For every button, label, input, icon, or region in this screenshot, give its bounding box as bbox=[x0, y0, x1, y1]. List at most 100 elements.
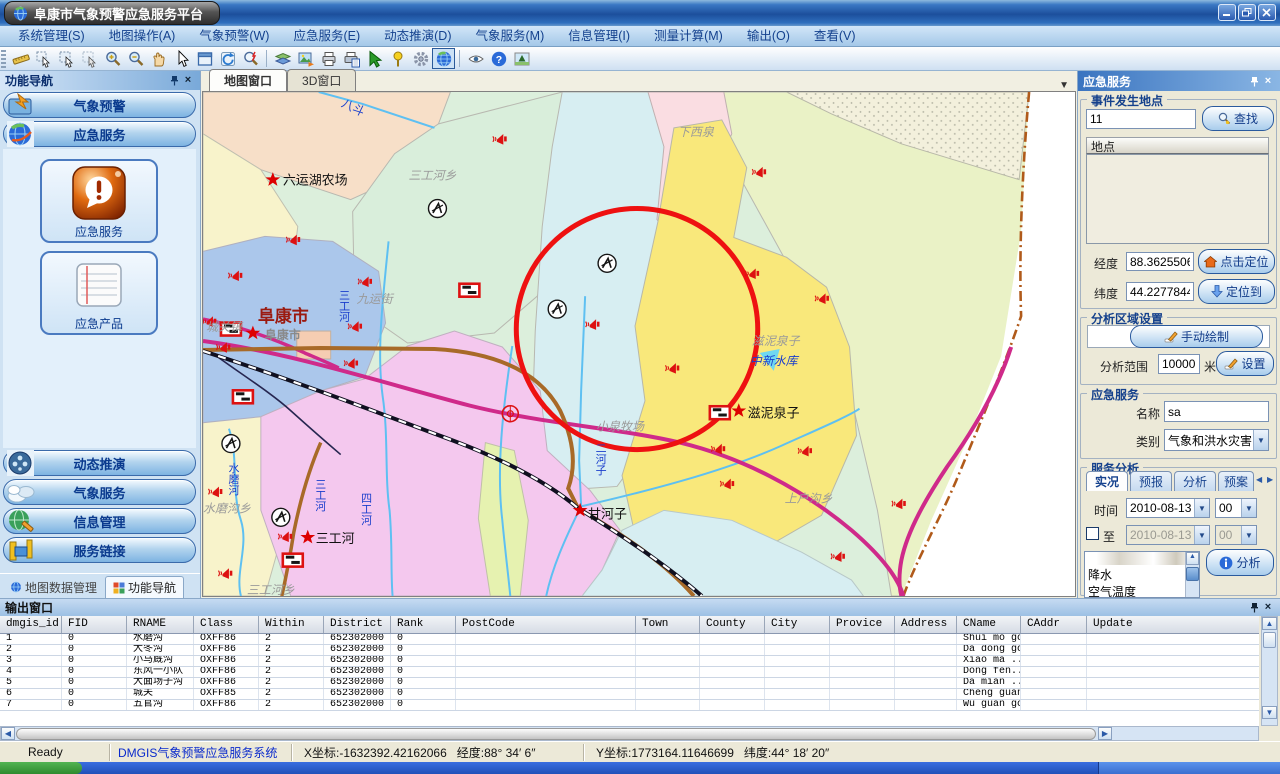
column-header[interactable]: PostCode bbox=[456, 616, 636, 633]
column-header[interactable]: Town bbox=[636, 616, 700, 633]
dropdown-arrow-icon[interactable]: ▼ bbox=[1253, 430, 1268, 450]
placemark-pin-icon[interactable] bbox=[386, 48, 409, 69]
mine-icon[interactable] bbox=[428, 200, 446, 218]
mine-icon[interactable] bbox=[548, 300, 566, 318]
export-map-icon[interactable] bbox=[294, 48, 317, 69]
dropdown-arrow-icon[interactable]: ▼ bbox=[1194, 499, 1209, 517]
menu-emergency-service[interactable]: 应急服务(E) bbox=[281, 26, 372, 46]
globe-3d-icon[interactable] bbox=[432, 48, 455, 69]
map-canvas[interactable]: 八斗 六运湖农场 三工河乡 下西泉 九运街 阜康市 城关镇 阜康市 滋泥泉子 中… bbox=[202, 91, 1076, 597]
nav-service-links[interactable]: 服务链接 bbox=[3, 537, 196, 563]
analyze-button[interactable]: 分析 bbox=[1206, 549, 1274, 576]
table-row[interactable]: 10水磨沟OXFF8626523020000Shui mo gou bbox=[0, 634, 1259, 645]
hour-select-1[interactable]: 00▼ bbox=[1215, 498, 1257, 518]
column-header[interactable]: Provice bbox=[830, 616, 895, 633]
table-row[interactable]: 50大面场子沟OXFF8626523020000Da mian ... bbox=[0, 678, 1259, 689]
menu-output[interactable]: 输出(O) bbox=[735, 26, 802, 46]
emergency-service-shortcut[interactable]: 应急服务 bbox=[40, 159, 158, 243]
tab-live[interactable]: 实况 bbox=[1086, 471, 1128, 491]
menu-weather-service[interactable]: 气象服务(M) bbox=[464, 26, 557, 46]
pan-hand-icon[interactable] bbox=[147, 48, 170, 69]
output-horizontal-scrollbar[interactable]: ◀ ▶ bbox=[0, 726, 1259, 741]
tab-function-navigation[interactable]: 功能导航 bbox=[105, 576, 184, 598]
settings-gear-icon[interactable] bbox=[409, 48, 432, 69]
column-header[interactable]: CName bbox=[957, 616, 1021, 633]
nav-dynamic-deduction[interactable]: 动态推演 bbox=[3, 450, 196, 476]
output-vertical-scrollbar[interactable]: ▲ ▼ bbox=[1261, 616, 1278, 726]
select-cursor-icon[interactable] bbox=[32, 48, 55, 69]
menu-view[interactable]: 查看(V) bbox=[802, 26, 868, 46]
zoom-out-icon[interactable] bbox=[124, 48, 147, 69]
menu-map-ops[interactable]: 地图操作(A) bbox=[97, 26, 188, 46]
column-header[interactable]: Update bbox=[1087, 616, 1259, 633]
close-icon[interactable]: × bbox=[181, 74, 195, 87]
menu-system[interactable]: 系统管理(S) bbox=[6, 26, 97, 46]
minimize-button[interactable] bbox=[1218, 4, 1236, 21]
map-tab-dropdown-icon[interactable]: ▼ bbox=[1051, 80, 1077, 91]
tab-forecast[interactable]: 预报 bbox=[1130, 471, 1172, 491]
scrollbar-thumb[interactable] bbox=[1263, 632, 1276, 648]
toolbar-grip[interactable] bbox=[1, 50, 6, 68]
visibility-eye-icon[interactable] bbox=[464, 48, 487, 69]
emergency-product-shortcut[interactable]: 应急产品 bbox=[40, 251, 158, 335]
analysis-range-input[interactable] bbox=[1158, 354, 1200, 374]
column-header[interactable]: FID bbox=[62, 616, 127, 633]
column-header[interactable]: dmgis_id bbox=[0, 616, 62, 633]
select-feature-arrow-icon[interactable] bbox=[363, 48, 386, 69]
tab-map-data-management[interactable]: 地图数据管理 bbox=[2, 576, 105, 598]
identify-icon[interactable] bbox=[239, 48, 262, 69]
dropdown-arrow-icon[interactable]: ▼ bbox=[1194, 526, 1209, 544]
service-name-input[interactable] bbox=[1164, 401, 1269, 422]
tab-3d-window[interactable]: 3D窗口 bbox=[287, 69, 356, 91]
menu-info-management[interactable]: 信息管理(I) bbox=[556, 26, 642, 46]
scroll-up-icon[interactable]: ▲ bbox=[1262, 617, 1277, 630]
nav-info-management[interactable]: 信息管理 bbox=[3, 508, 196, 534]
to-date-checkbox[interactable] bbox=[1086, 527, 1099, 540]
locate-by-click-button[interactable]: 点击定位 bbox=[1198, 249, 1275, 274]
deselect-cursor-icon[interactable] bbox=[78, 48, 101, 69]
start-button-edge[interactable] bbox=[0, 762, 82, 774]
column-header[interactable]: Address bbox=[895, 616, 957, 633]
station-flag-icon[interactable] bbox=[283, 554, 303, 567]
menu-weather-warning[interactable]: 气象预警(W) bbox=[187, 26, 281, 46]
tab-map-window[interactable]: 地图窗口 bbox=[209, 69, 287, 91]
scroll-up-icon[interactable]: ▲ bbox=[1186, 552, 1199, 565]
scroll-down-icon[interactable]: ▼ bbox=[1262, 706, 1277, 719]
place-list[interactable] bbox=[1086, 154, 1269, 244]
tab-analysis[interactable]: 分析 bbox=[1174, 471, 1216, 491]
hour-select-2[interactable]: 00▼ bbox=[1215, 525, 1257, 545]
pointer-arrow-icon[interactable] bbox=[170, 48, 193, 69]
table-row[interactable]: 30小马厩沟OXFF8626523020000Xiao ma ... bbox=[0, 656, 1259, 667]
station-flag-icon[interactable] bbox=[233, 390, 253, 403]
locate-to-button[interactable]: 定位到 bbox=[1198, 279, 1275, 304]
column-header[interactable]: District bbox=[324, 616, 391, 633]
nav-weather-service[interactable]: 气象服务 bbox=[3, 479, 196, 505]
column-header[interactable]: City bbox=[765, 616, 830, 633]
mine-icon[interactable] bbox=[598, 254, 616, 272]
station-flag-icon[interactable] bbox=[710, 406, 730, 419]
nav-emergency-service[interactable]: 应急服务 bbox=[3, 121, 196, 147]
restore-button[interactable] bbox=[1238, 4, 1256, 21]
scrollbar-thumb[interactable] bbox=[1186, 567, 1199, 581]
column-header[interactable]: Within bbox=[259, 616, 324, 633]
column-header[interactable]: Rank bbox=[391, 616, 456, 633]
mine-icon[interactable] bbox=[272, 508, 290, 526]
table-row[interactable]: 60城关OXFF8526523020000Cheng guan bbox=[0, 689, 1259, 700]
date-select-1[interactable]: 2010-08-13▼ bbox=[1126, 498, 1210, 518]
dropdown-arrow-icon[interactable]: ▼ bbox=[1241, 526, 1256, 544]
close-icon[interactable]: × bbox=[1261, 601, 1275, 614]
marquee-select-cursor-icon[interactable] bbox=[55, 48, 78, 69]
list-item-precipitation[interactable]: 降水 bbox=[1085, 565, 1199, 583]
pin-icon[interactable] bbox=[1247, 75, 1261, 88]
service-type-select[interactable]: 气象和洪水灾害 ▼ bbox=[1164, 429, 1269, 451]
column-header[interactable]: County bbox=[700, 616, 765, 633]
help-icon[interactable]: ? bbox=[487, 48, 510, 69]
element-listbox[interactable]: 降水 空气温度 ▲ bbox=[1084, 551, 1200, 598]
close-icon[interactable]: × bbox=[1261, 75, 1275, 88]
search-button[interactable]: 查找 bbox=[1202, 106, 1274, 131]
longitude-input[interactable] bbox=[1126, 252, 1194, 271]
mine-icon[interactable] bbox=[222, 435, 240, 453]
scene-image-icon[interactable] bbox=[510, 48, 533, 69]
location-keyword-input[interactable] bbox=[1086, 109, 1196, 129]
tab-scroll-right-icon[interactable]: ▶ bbox=[1267, 475, 1273, 484]
